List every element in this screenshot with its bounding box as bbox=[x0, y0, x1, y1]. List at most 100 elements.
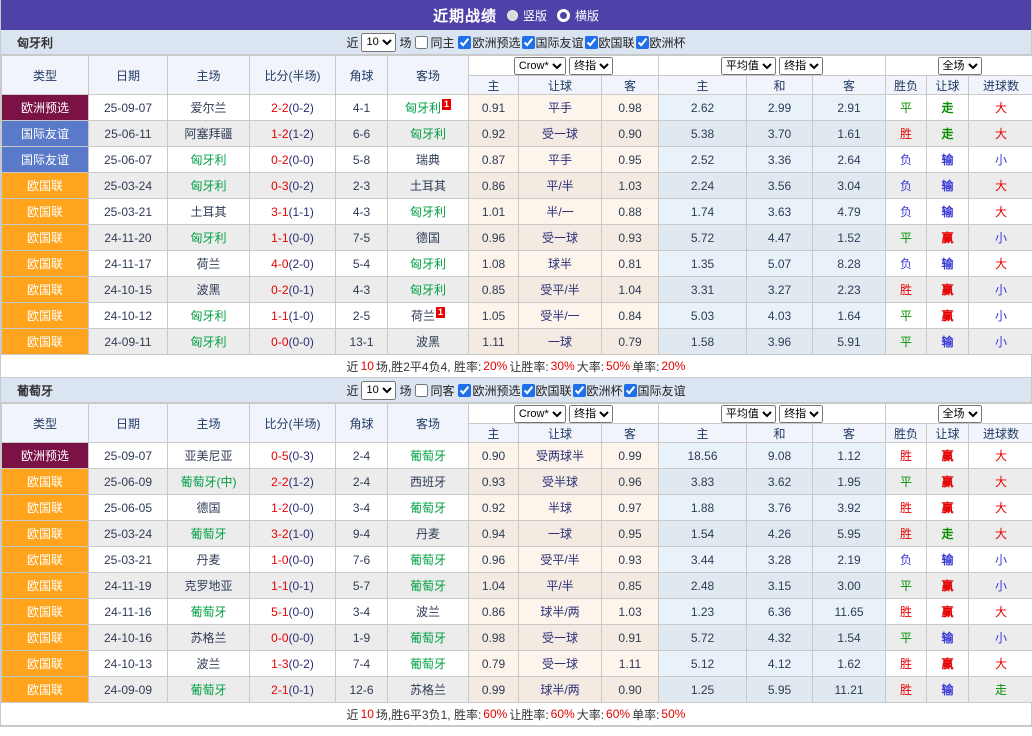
same-venue-checkbox-option[interactable]: 同客 bbox=[414, 382, 454, 399]
league-checkbox[interactable] bbox=[522, 36, 535, 49]
team-name-link[interactable]: 匈牙利 bbox=[410, 257, 446, 271]
fulltime-select[interactable]: 全场 bbox=[938, 405, 982, 423]
same-venue-checkbox[interactable] bbox=[415, 384, 428, 397]
team-name-link[interactable]: 丹麦 bbox=[416, 527, 440, 541]
avg-draw-odds: 3.76 bbox=[747, 495, 813, 521]
team-name-link[interactable]: 土耳其 bbox=[410, 179, 446, 193]
team-name-link[interactable]: 葡萄牙 bbox=[410, 579, 446, 593]
match-type-badge: 欧国联 bbox=[2, 469, 89, 495]
fulltime-score: 2-2 bbox=[271, 475, 288, 489]
vertical-radio-icon[interactable] bbox=[507, 10, 518, 21]
crown-odds-select[interactable]: Crow* bbox=[514, 405, 566, 423]
final-index-select[interactable]: 终指 bbox=[569, 57, 613, 75]
fulltime-select[interactable]: 全场 bbox=[938, 57, 982, 75]
team-name-link[interactable]: 匈牙利 bbox=[190, 231, 226, 245]
match-row: 欧洲预选25-09-07爱尔兰2-2(0-2)4-1匈牙利10.91平手0.98… bbox=[2, 95, 1032, 121]
league-checkbox[interactable] bbox=[522, 384, 535, 397]
final-index-select[interactable]: 终指 bbox=[569, 405, 613, 423]
team-name-link[interactable]: 匈牙利 bbox=[410, 205, 446, 219]
team-name-link[interactable]: 匈牙利 bbox=[190, 309, 226, 323]
crown-handicap: 受半球 bbox=[519, 469, 602, 495]
team-name-link[interactable]: 荷兰 bbox=[196, 257, 220, 271]
league-checkbox[interactable] bbox=[624, 384, 637, 397]
red-card-badge: 1 bbox=[436, 307, 445, 318]
team-name-link[interactable]: 阿塞拜疆 bbox=[184, 127, 232, 141]
team-name-link[interactable]: 葡萄牙(中) bbox=[181, 475, 237, 489]
fulltime-score: 1-1 bbox=[271, 579, 288, 593]
team-name-link[interactable]: 瑞典 bbox=[416, 153, 440, 167]
same-venue-checkbox[interactable] bbox=[415, 36, 428, 49]
wdl-result: 平 bbox=[886, 225, 927, 251]
final-index-select-2[interactable]: 终指 bbox=[779, 405, 823, 423]
avg-home-odds: 1.74 bbox=[659, 199, 747, 225]
league-checkbox[interactable] bbox=[573, 384, 586, 397]
avg-draw-odds: 4.12 bbox=[747, 651, 813, 677]
team-name-link[interactable]: 匈牙利 bbox=[410, 283, 446, 297]
team-name-link[interactable]: 波黑 bbox=[196, 283, 220, 297]
team-name-link[interactable]: 爱尔兰 bbox=[190, 101, 226, 115]
score-cell: 0-2(0-0) bbox=[250, 147, 336, 173]
team-name-link[interactable]: 葡萄牙 bbox=[410, 631, 446, 645]
vertical-radio-option[interactable]: 竖版 bbox=[507, 7, 547, 24]
team-name-link[interactable]: 苏格兰 bbox=[190, 631, 226, 645]
league-checkbox-option[interactable]: 欧洲预选 bbox=[457, 34, 520, 51]
team-name-link[interactable]: 匈牙利 bbox=[410, 127, 446, 141]
handicap-result: 输 bbox=[927, 329, 969, 355]
team-name-link[interactable]: 匈牙利 bbox=[190, 335, 226, 349]
team-name-link[interactable]: 亚美尼亚 bbox=[184, 449, 232, 463]
average-select[interactable]: 平均值 bbox=[721, 57, 776, 75]
crown-handicap: 半球 bbox=[519, 495, 602, 521]
league-checkbox-option[interactable]: 欧洲杯 bbox=[635, 34, 686, 51]
league-checkbox-option[interactable]: 欧国联 bbox=[521, 382, 572, 399]
away-team-cell: 西班牙 bbox=[388, 469, 469, 495]
team-name-link[interactable]: 克罗地亚 bbox=[184, 579, 232, 593]
fulltime-score: 1-2 bbox=[271, 127, 288, 141]
match-count-select[interactable]: 10 bbox=[361, 33, 396, 52]
league-checkbox-option[interactable]: 欧国联 bbox=[584, 34, 635, 51]
col-header-corner: 角球 bbox=[336, 404, 388, 443]
team-name-link[interactable]: 土耳其 bbox=[190, 205, 226, 219]
fulltime-score: 0-3 bbox=[271, 179, 288, 193]
team-name-link[interactable]: 波兰 bbox=[196, 657, 220, 671]
team-name-link[interactable]: 葡萄牙 bbox=[190, 683, 226, 697]
same-venue-checkbox-option[interactable]: 同主 bbox=[414, 34, 454, 51]
team-name-link[interactable]: 德国 bbox=[196, 501, 220, 515]
team-name-link[interactable]: 德国 bbox=[416, 231, 440, 245]
team-name-link[interactable]: 匈牙利 bbox=[405, 101, 441, 115]
horizontal-radio-option[interactable]: 横版 bbox=[557, 7, 599, 24]
league-checkbox[interactable] bbox=[458, 384, 471, 397]
league-checkbox[interactable] bbox=[636, 36, 649, 49]
team-name-link[interactable]: 葡萄牙 bbox=[190, 527, 226, 541]
league-checkbox-option[interactable]: 国际友谊 bbox=[521, 34, 584, 51]
team-name-link[interactable]: 葡萄牙 bbox=[190, 605, 226, 619]
col-header-odds-away: 客 bbox=[602, 424, 659, 443]
final-index-select-2[interactable]: 终指 bbox=[779, 57, 823, 75]
avg-draw-odds: 3.56 bbox=[747, 173, 813, 199]
match-count-select[interactable]: 10 bbox=[361, 381, 396, 400]
horizontal-radio-icon[interactable] bbox=[557, 9, 570, 22]
crown-handicap: 平/半 bbox=[519, 573, 602, 599]
league-checkbox-option[interactable]: 欧洲预选 bbox=[457, 382, 520, 399]
team-name-link[interactable]: 匈牙利 bbox=[190, 153, 226, 167]
team-name-link[interactable]: 葡萄牙 bbox=[410, 501, 446, 515]
avg-home-odds: 5.12 bbox=[659, 651, 747, 677]
team-name-link[interactable]: 葡萄牙 bbox=[410, 553, 446, 567]
average-select[interactable]: 平均值 bbox=[721, 405, 776, 423]
team-name-link[interactable]: 葡萄牙 bbox=[410, 449, 446, 463]
team-name-link[interactable]: 丹麦 bbox=[196, 553, 220, 567]
team-name-link[interactable]: 波黑 bbox=[416, 335, 440, 349]
team-name-link[interactable]: 波兰 bbox=[416, 605, 440, 619]
league-checkbox[interactable] bbox=[585, 36, 598, 49]
league-checkbox[interactable] bbox=[458, 36, 471, 49]
crown-home-odds: 0.86 bbox=[469, 173, 519, 199]
team-name-link[interactable]: 西班牙 bbox=[410, 475, 446, 489]
crown-away-odds: 0.96 bbox=[602, 469, 659, 495]
team-name-link[interactable]: 苏格兰 bbox=[410, 683, 446, 697]
league-checkbox-option[interactable]: 国际友谊 bbox=[623, 382, 686, 399]
league-checkbox-option[interactable]: 欧洲杯 bbox=[572, 382, 623, 399]
team-name-link[interactable]: 葡萄牙 bbox=[410, 657, 446, 671]
goals-result: 大 bbox=[969, 521, 1032, 547]
crown-odds-select[interactable]: Crow* bbox=[514, 57, 566, 75]
team-name-link[interactable]: 匈牙利 bbox=[190, 179, 226, 193]
team-name-link[interactable]: 荷兰 bbox=[411, 309, 435, 323]
